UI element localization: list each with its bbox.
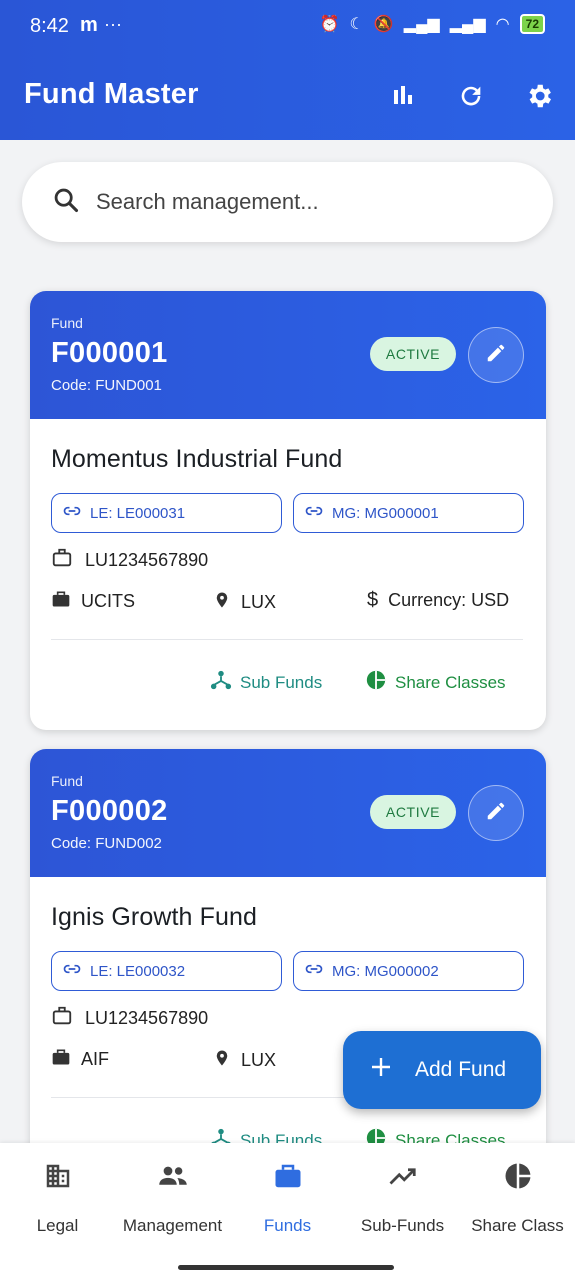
link-icon xyxy=(62,501,82,525)
battery-icon: 72 xyxy=(519,14,545,34)
pie-chart-icon xyxy=(365,669,387,696)
edit-button[interactable] xyxy=(468,785,524,841)
trend-icon xyxy=(388,1161,418,1196)
fund-code: Code: FUND001 xyxy=(51,377,162,394)
chart-icon[interactable] xyxy=(385,78,421,114)
page-title: Fund Master xyxy=(24,78,199,110)
isin-row: LU1234567890 xyxy=(51,1005,208,1032)
app-header: 8:42 m ··· ⏰ ☾ 🔕 ▂▄▆ ▂▄▆ ◠ 72 Fund Maste… xyxy=(0,0,575,140)
status-bar: 8:42 m ··· ⏰ ☾ 🔕 ▂▄▆ ▂▄▆ ◠ 72 xyxy=(0,0,575,52)
fund-label: Fund xyxy=(51,773,83,789)
management-label: MG: MG000002 xyxy=(332,962,439,980)
search-input[interactable] xyxy=(96,189,516,215)
dollar-icon: $ xyxy=(367,589,379,611)
search-bar[interactable] xyxy=(22,162,553,242)
pencil-icon xyxy=(485,800,507,827)
nav-sub-funds[interactable]: Sub-Funds xyxy=(345,1161,460,1236)
fund-type: AIF xyxy=(51,1047,109,1072)
location-pin-icon xyxy=(213,589,231,616)
pie-icon xyxy=(503,1161,533,1196)
management-chip[interactable]: MG: MG000002 xyxy=(293,951,524,991)
carrier-icon: m xyxy=(80,14,98,36)
link-icon xyxy=(304,959,324,983)
briefcase-icon xyxy=(51,589,71,614)
nav-share-class-label: Share Class xyxy=(471,1216,564,1235)
status-badge: ACTIVE xyxy=(370,337,456,371)
status-icons: ⏰ ☾ 🔕 ▂▄▆ ▂▄▆ ◠ 72 xyxy=(320,14,545,34)
nav-share-class[interactable]: Share Class xyxy=(460,1161,575,1236)
fund-name: Momentus Industrial Fund xyxy=(51,445,343,473)
domicile-value: LUX xyxy=(241,592,277,612)
status-badge: ACTIVE xyxy=(370,795,456,829)
add-fund-button[interactable]: Add Fund xyxy=(343,1031,541,1109)
nav-management-label: Management xyxy=(122,1216,223,1235)
legal-entity-chip[interactable]: LE: LE000032 xyxy=(51,951,282,991)
card-divider xyxy=(51,639,523,640)
fund-card[interactable]: Fund F000001 Code: FUND001 ACTIVE Moment… xyxy=(30,291,546,730)
fund-card-header: Fund F000001 Code: FUND001 ACTIVE xyxy=(30,291,546,419)
nav-sub-funds-label: Sub-Funds xyxy=(360,1216,445,1235)
building-icon xyxy=(43,1161,73,1196)
edit-button[interactable] xyxy=(468,327,524,383)
mute-icon: 🔕 xyxy=(373,16,394,33)
app-bar-actions xyxy=(385,78,557,114)
legal-entity-chip[interactable]: LE: LE000031 xyxy=(51,493,282,533)
bottom-navigation: Legal Management Funds Sub-Funds Share C… xyxy=(0,1143,575,1280)
nav-funds[interactable]: Funds xyxy=(230,1161,345,1236)
nav-management[interactable]: Management xyxy=(115,1161,230,1236)
fund-code: Code: FUND002 xyxy=(51,835,162,852)
management-chip[interactable]: MG: MG000001 xyxy=(293,493,524,533)
domicile-value: LUX xyxy=(241,1050,277,1070)
isin-value: LU1234567890 xyxy=(85,550,209,570)
briefcase-icon xyxy=(51,1047,71,1072)
isin-row: LU1234567890 xyxy=(51,547,208,574)
sub-funds-link[interactable]: Sub Funds xyxy=(210,669,322,696)
alarm-icon: ⏰ xyxy=(319,16,340,33)
fund-type: UCITS xyxy=(51,589,135,614)
add-fund-label: Add Fund xyxy=(415,1058,507,1081)
plus-icon xyxy=(369,1055,393,1085)
currency-value: Currency: USD xyxy=(388,590,510,610)
management-label: MG: MG000001 xyxy=(332,504,439,522)
sub-funds-label: Sub Funds xyxy=(240,672,323,692)
fund-card-header: Fund F000002 Code: FUND002 ACTIVE xyxy=(30,749,546,877)
briefcase-icon xyxy=(273,1161,303,1196)
moon-icon: ☾ xyxy=(349,16,364,33)
fund-domicile: LUX xyxy=(213,589,276,616)
status-time: 8:42 xyxy=(30,15,69,37)
search-icon xyxy=(52,186,80,219)
share-classes-link[interactable]: Share Classes xyxy=(365,669,506,696)
nav-legal[interactable]: Legal xyxy=(0,1161,115,1236)
fund-type-value: UCITS xyxy=(81,591,135,611)
isin-value: LU1234567890 xyxy=(85,1008,209,1028)
fund-label: Fund xyxy=(51,315,83,331)
hierarchy-icon xyxy=(210,669,232,696)
fund-name: Ignis Growth Fund xyxy=(51,903,257,931)
link-icon xyxy=(304,501,324,525)
settings-icon[interactable] xyxy=(521,78,557,114)
wifi-icon: ◠ xyxy=(495,16,510,33)
link-icon xyxy=(62,959,82,983)
people-icon xyxy=(157,1161,189,1196)
more-notifications-icon: ··· xyxy=(104,14,122,34)
legal-entity-label: LE: LE000032 xyxy=(90,962,186,980)
signal-icon: ▂▄▆ xyxy=(403,16,440,33)
fund-id: F000001 xyxy=(51,337,168,369)
nav-funds-label: Funds xyxy=(263,1216,312,1235)
pencil-icon xyxy=(485,342,507,369)
tag-icon xyxy=(51,1005,73,1032)
refresh-icon[interactable] xyxy=(453,78,489,114)
fund-type-value: AIF xyxy=(81,1049,110,1069)
location-pin-icon xyxy=(213,1047,231,1074)
tag-icon xyxy=(51,547,73,574)
fund-domicile: LUX xyxy=(213,1047,276,1074)
share-classes-label: Share Classes xyxy=(395,672,506,692)
home-indicator[interactable] xyxy=(178,1265,394,1270)
fund-id: F000002 xyxy=(51,795,168,827)
signal-icon-2: ▂▄▆ xyxy=(449,16,486,33)
legal-entity-label: LE: LE000031 xyxy=(90,504,186,522)
fund-currency: $ Currency: USD xyxy=(367,589,509,612)
nav-legal-label: Legal xyxy=(36,1216,79,1235)
